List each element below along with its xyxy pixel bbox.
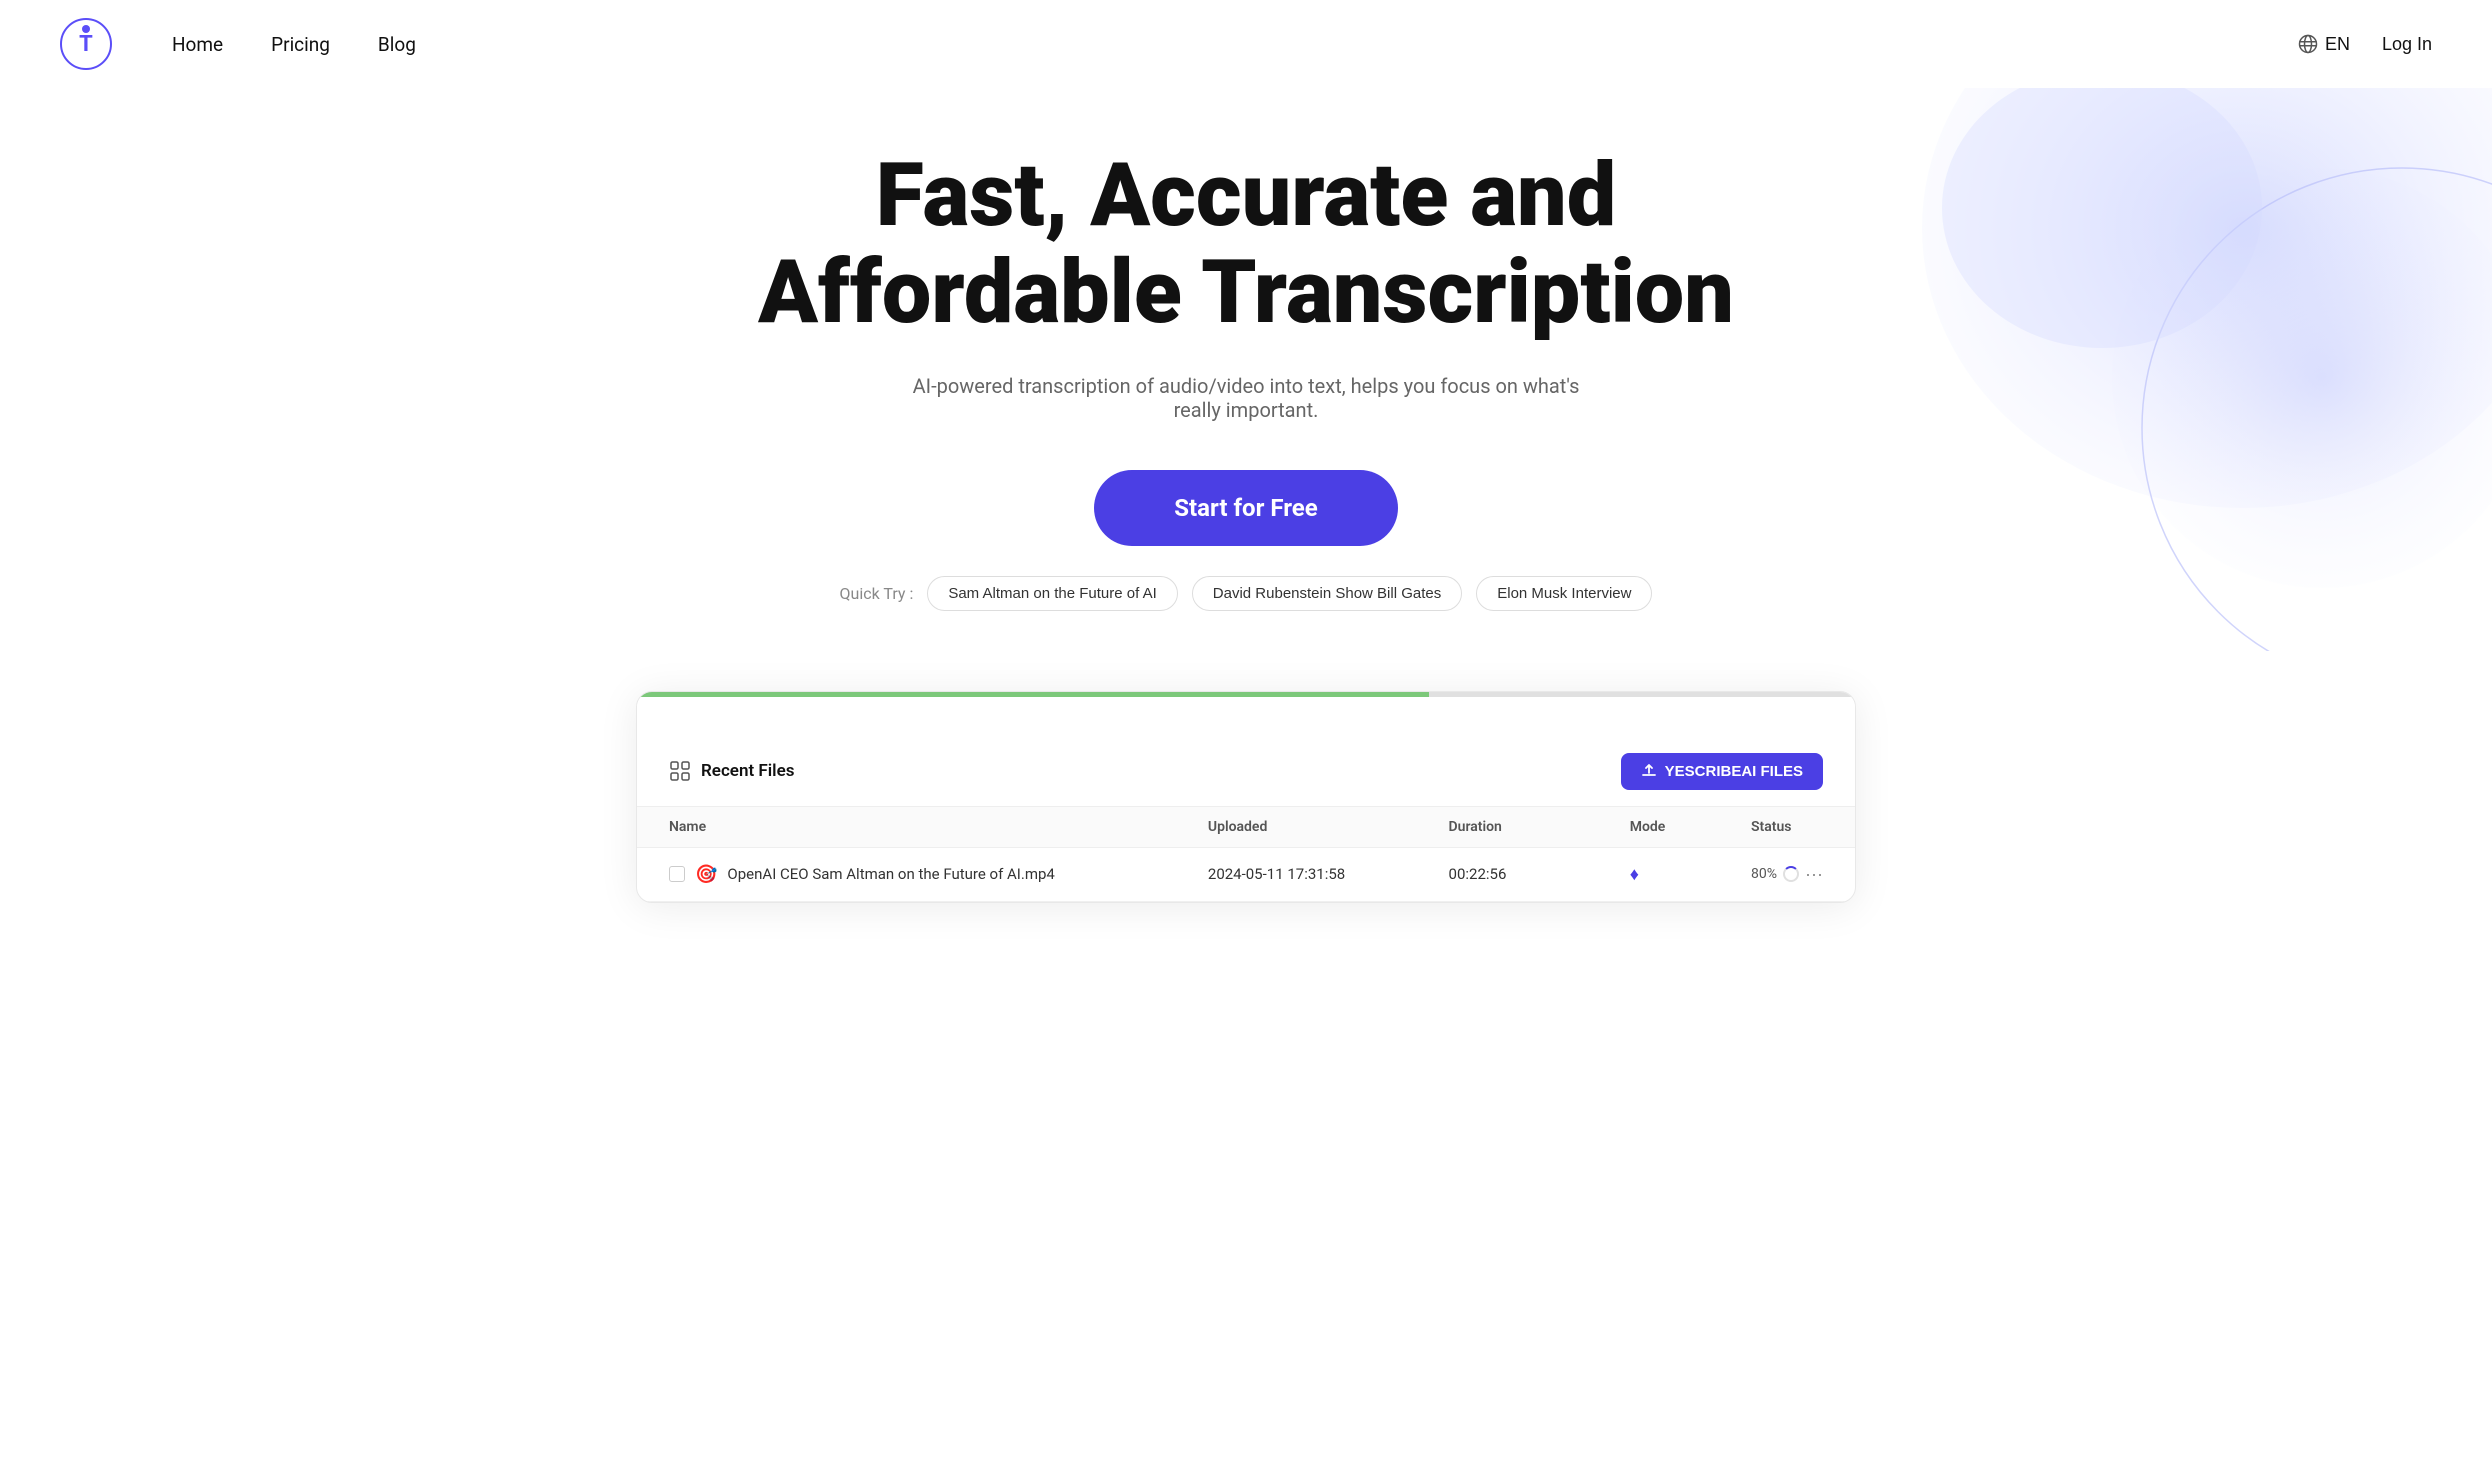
start-free-button[interactable]: Start for Free (1094, 470, 1397, 546)
th-status: Status (1719, 806, 1855, 847)
quick-try-section: Quick Try : Sam Altman on the Future of … (40, 576, 2452, 611)
status-spinner (1783, 866, 1799, 882)
recent-files-label: Recent Files (701, 761, 794, 781)
nav-right: EN Log In (2297, 33, 2432, 55)
navbar: T Home Pricing Blog EN Log In (0, 0, 2492, 88)
hero-subtitle: AI-powered transcription of audio/video … (896, 374, 1596, 422)
hero-heading: Fast, Accurate and Affordable Transcript… (696, 148, 1796, 342)
quick-try-label: Quick Try : (840, 584, 914, 603)
quick-chip-0[interactable]: Sam Altman on the Future of AI (927, 576, 1177, 611)
files-table: Name Uploaded Duration Mode Status 🎯 Ope… (637, 806, 1855, 902)
nav-blog[interactable]: Blog (378, 33, 416, 56)
upload-files-button[interactable]: YESCRIBEAI FILES (1621, 753, 1823, 790)
recent-files-heading: Recent Files (669, 760, 794, 782)
file-duration: 00:22:56 (1417, 847, 1598, 901)
nav-home[interactable]: Home (172, 33, 223, 56)
file-uploaded: 2024-05-11 17:31:58 (1176, 847, 1417, 901)
file-checkbox[interactable] (669, 866, 685, 882)
file-mode: ♦ (1598, 847, 1719, 901)
file-options-button[interactable]: ··· (1805, 864, 1823, 885)
dashboard-header: Recent Files YESCRIBEAI FILES (637, 737, 1855, 806)
file-name-cell: 🎯 OpenAI CEO Sam Altman on the Future of… (637, 847, 1176, 901)
table-row: 🎯 OpenAI CEO Sam Altman on the Future of… (637, 847, 1855, 901)
th-uploaded: Uploaded (1176, 806, 1417, 847)
quick-chip-2[interactable]: Elon Musk Interview (1476, 576, 1652, 611)
globe-icon (2297, 33, 2319, 55)
th-name: Name (637, 806, 1176, 847)
logo[interactable]: T (60, 18, 112, 70)
lang-label: EN (2325, 34, 2350, 55)
quick-chip-1[interactable]: David Rubenstein Show Bill Gates (1192, 576, 1462, 611)
dashboard-preview: Recent Files YESCRIBEAI FILES Name Uploa… (636, 691, 1856, 903)
status-percent: 80% (1751, 866, 1777, 882)
login-button[interactable]: Log In (2382, 34, 2432, 55)
table-header: Name Uploaded Duration Mode Status (637, 806, 1855, 847)
nav-links: Home Pricing Blog (172, 33, 416, 56)
hero-background-decoration (1822, 88, 2492, 651)
file-name[interactable]: OpenAI CEO Sam Altman on the Future of A… (727, 865, 1054, 883)
nav-pricing[interactable]: Pricing (271, 33, 330, 56)
logo-letter: T (79, 32, 93, 57)
upload-btn-label: YESCRIBEAI FILES (1665, 763, 1803, 780)
th-duration: Duration (1417, 806, 1598, 847)
upload-icon (1641, 763, 1657, 779)
language-selector[interactable]: EN (2297, 33, 2350, 55)
mode-diamond-icon: ♦ (1630, 864, 1639, 885)
th-mode: Mode (1598, 806, 1719, 847)
files-grid-icon (669, 760, 691, 782)
hero-section: Fast, Accurate and Affordable Transcript… (0, 88, 2492, 651)
file-emoji: 🎯 (695, 864, 717, 885)
file-status: 80% ··· (1719, 847, 1855, 901)
table-body: 🎯 OpenAI CEO Sam Altman on the Future of… (637, 847, 1855, 901)
